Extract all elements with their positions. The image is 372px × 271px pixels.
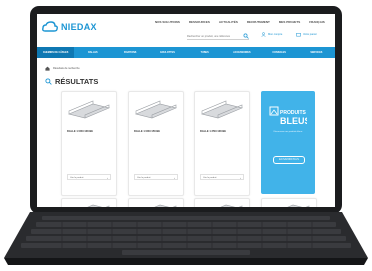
laptop-keyboard-base <box>2 212 370 267</box>
cable-tray-image <box>220 204 243 207</box>
category-accessoires[interactable]: ACCESSOIRES <box>223 51 260 54</box>
product-card[interactable] <box>261 198 317 207</box>
product-card[interactable] <box>61 198 117 207</box>
breadcrumb: Résultats de recherche <box>45 66 80 71</box>
search-bar[interactable]: Rechercher un produit, une référence <box>187 33 249 40</box>
cloud-logo-icon <box>42 21 58 32</box>
product-action-button[interactable]: Voir le produit › <box>134 174 178 180</box>
promo-cta-button[interactable]: EN SAVOIR PLUS <box>273 156 305 164</box>
nav-item-solutions[interactable]: NOS SOLUTIONS <box>155 20 180 24</box>
search-results-icon <box>45 78 52 85</box>
product-name[interactable]: DALLE 1 250×100 BE <box>200 130 226 133</box>
category-fixations[interactable]: FIXATIONS <box>112 51 149 54</box>
category-goulottes[interactable]: GOULOTTES <box>149 51 186 54</box>
brand-name: NIEDAX <box>61 22 97 32</box>
product-name[interactable]: DALLE 1 000×150 BE <box>134 130 160 133</box>
search-input[interactable]: Rechercher un produit, une référence <box>187 35 243 38</box>
account-link[interactable]: Mon compte <box>261 32 282 37</box>
chevron-right-icon: › <box>174 176 175 180</box>
search-icon[interactable] <box>243 33 249 39</box>
cart-icon <box>296 33 301 37</box>
category-services[interactable]: SERVICES <box>298 51 335 54</box>
promo-subtitle: Découvrez nos produits bleus <box>273 131 303 133</box>
promo-title-line2: BLEUS <box>280 116 307 126</box>
chevron-right-icon: › <box>107 176 108 180</box>
product-card[interactable] <box>194 198 250 207</box>
user-icon <box>261 32 266 37</box>
product-action-label: Voir le produit <box>203 177 217 179</box>
product-name[interactable]: DALLE 1 000×100 BE <box>67 130 93 133</box>
product-card[interactable]: DALLE 1 000×100 BE Voir le produit › <box>61 91 117 196</box>
nav-item-projets[interactable]: MES PROJETS <box>279 20 300 24</box>
laptop-mockup: NIEDAX NOS SOLUTIONS RESSOURCES ACTUALIT… <box>0 0 372 271</box>
cable-tray-image <box>287 204 310 207</box>
nav-item-language[interactable]: FRANÇAIS <box>309 20 325 24</box>
keyboard-drawing <box>4 212 368 265</box>
cable-tray-image <box>135 100 177 119</box>
cable-tray-image <box>154 204 177 207</box>
nav-item-recrutement[interactable]: RECRUTEMENT <box>247 20 270 24</box>
product-action-label: Voir le produit <box>70 177 84 179</box>
product-action-button[interactable]: Voir le produit › <box>200 174 244 180</box>
cable-tray-image <box>68 100 110 119</box>
results-heading: RÉSULTATS <box>45 77 98 86</box>
product-action-label: Voir le produit <box>137 177 151 179</box>
home-icon[interactable] <box>45 66 50 71</box>
page-title: RÉSULTATS <box>55 77 99 86</box>
product-card[interactable]: DALLE 1 250×100 BE Voir le produit › <box>194 91 250 196</box>
product-card[interactable]: DALLE 1 000×150 BE Voir le produit › <box>128 91 184 196</box>
cart-label: Votre panier <box>303 33 317 36</box>
top-navigation: NOS SOLUTIONS RESSOURCES ACTUALITÉS RECR… <box>155 20 325 24</box>
produits-bleus-logo: PRODUITS BLEUS <box>269 106 307 126</box>
category-cable-trays[interactable]: CHEMINS DE CÂBLES <box>37 47 75 58</box>
product-action-button[interactable]: Voir le produit › <box>67 174 111 180</box>
account-label: Mon compte <box>268 33 283 36</box>
cart-link[interactable]: Votre panier <box>296 32 317 37</box>
nav-item-actualites[interactable]: ACTUALITÉS <box>219 20 238 24</box>
category-dalles[interactable]: DALLES <box>74 51 111 54</box>
laptop-screen: NIEDAX NOS SOLUTIONS RESSOURCES ACTUALIT… <box>37 14 335 207</box>
nav-item-ressources[interactable]: RESSOURCES <box>189 20 210 24</box>
breadcrumb-current: Résultats de recherche <box>53 67 80 70</box>
promo-banner[interactable]: PRODUITS BLEUS Découvrez nos produits bl… <box>261 91 315 194</box>
category-menu: CHEMINS DE CÂBLES DALLES FIXATIONS GOULO… <box>37 47 335 58</box>
cable-tray-image <box>201 100 243 119</box>
category-tubes[interactable]: TUBES <box>186 51 223 54</box>
brand-logo[interactable]: NIEDAX <box>42 19 102 35</box>
chevron-right-icon: › <box>240 176 241 180</box>
category-consoles[interactable]: CONSOLES <box>261 51 298 54</box>
site-header: NIEDAX NOS SOLUTIONS RESSOURCES ACTUALIT… <box>37 14 335 47</box>
cable-tray-image <box>87 204 110 207</box>
product-card[interactable] <box>128 198 184 207</box>
